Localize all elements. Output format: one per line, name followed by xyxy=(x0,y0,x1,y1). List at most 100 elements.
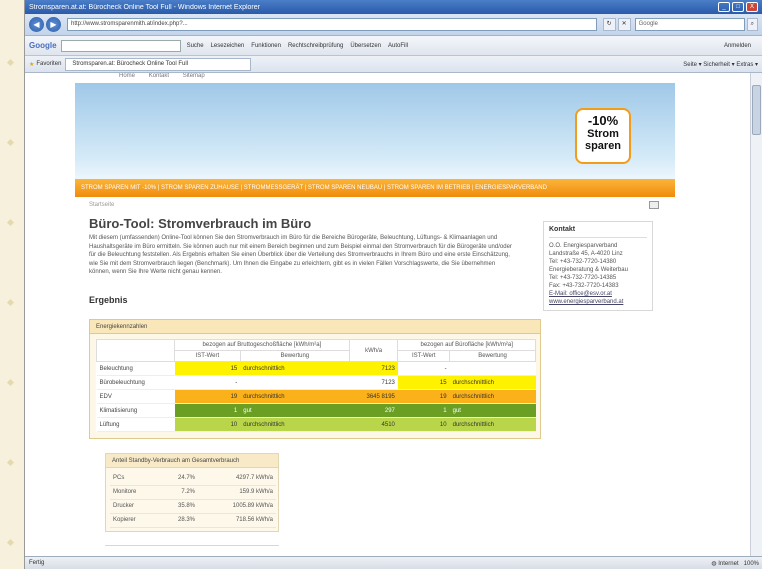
panel-divider xyxy=(105,545,279,551)
contact-heading: Kontakt xyxy=(549,226,647,238)
search-icon[interactable]: ⌕ xyxy=(746,18,758,31)
table-row: Bürobeleuchtung - 7123 15 durchschnittli… xyxy=(96,375,536,390)
table-row: Klimatisierung 1 gut 297 1 gut xyxy=(96,403,536,418)
sign-in-link[interactable]: Anmelden xyxy=(724,43,751,49)
vertical-scrollbar[interactable] xyxy=(750,73,762,556)
contact-line: Fax: +43-732-7720-14383 xyxy=(549,283,619,289)
contact-box: Kontakt O.Ö. Energiesparverband Landstra… xyxy=(543,221,653,311)
table-row: EDV 19 durchschnittlich 3645 8195 19 dur… xyxy=(96,389,536,404)
stromsparen-logo[interactable]: -10% Strom sparen xyxy=(575,108,631,164)
scrollbar-thumb[interactable] xyxy=(752,85,761,135)
nav-link-kontakt[interactable]: Kontakt xyxy=(149,73,169,79)
standby-kwh: 4297.7 kWh/a xyxy=(198,471,276,486)
minimize-button[interactable]: _ xyxy=(718,2,730,12)
top-nav: Home Kontakt Sitemap xyxy=(75,73,675,83)
google-toolbar-item[interactable]: Funktionen xyxy=(251,43,281,49)
standby-kwh: 1005.89 kWh/a xyxy=(198,499,276,514)
energiekennzahlen-heading: Energiekennzahlen xyxy=(90,320,540,334)
kwh-value: 7123 xyxy=(349,361,398,376)
column-header: Bewertung xyxy=(449,350,536,362)
contact-line: Tel: +43-732-7720-14385 xyxy=(549,275,617,281)
site-banner: -10% Strom sparen xyxy=(75,83,675,179)
column-header: IST-Wert xyxy=(397,350,451,362)
browser-tab[interactable]: Stromsparen.at: Bürocheck Online Tool Fu… xyxy=(65,57,252,71)
table-row: Monitore 7.2% 159.9 kWh/a xyxy=(110,485,276,500)
standby-kwh: 159.9 kWh/a xyxy=(198,485,276,500)
security-zone[interactable]: ◍ Internet 100% xyxy=(711,560,759,567)
nav-link-home[interactable]: Home xyxy=(119,73,135,79)
zoom-level[interactable]: 100% xyxy=(744,561,759,567)
row-label: EDV xyxy=(96,389,175,404)
logo-word: Strom xyxy=(587,128,619,140)
standby-percent: 24.7% xyxy=(159,471,199,486)
rating-cell xyxy=(449,361,536,376)
favorites-button[interactable]: Favoriten xyxy=(36,61,61,67)
refresh-icon[interactable]: ↻ xyxy=(602,18,616,31)
search-input[interactable]: Google xyxy=(634,18,745,31)
contact-line: Tel: +43-732-7720-14380 xyxy=(549,259,617,265)
command-bar[interactable]: Seite ▾ Sicherheit ▾ Extras ▾ xyxy=(683,61,758,68)
kwh-value: 3645 8195 xyxy=(349,389,398,404)
google-toolbar-item[interactable]: Lesezeichen xyxy=(211,43,245,49)
status-text: Fertig xyxy=(29,560,45,566)
column-header: kWh/a xyxy=(348,339,399,362)
ist-value: 15 xyxy=(174,361,241,376)
contact-line: O.Ö. Energiesparverband xyxy=(549,243,618,249)
column-group-header: bezogen auf Bürofläche [kWh/m²a] xyxy=(397,339,536,351)
logo-percent: -10% xyxy=(587,113,619,128)
main-nav[interactable]: STROM SPAREN MIT -10% | STROM SPAREN ZUH… xyxy=(75,179,675,197)
kwh-value: 297 xyxy=(349,403,398,418)
table-row: Kopierer 28.3% 718.56 kWh/a xyxy=(110,513,276,528)
zone-label: Internet xyxy=(718,560,739,567)
contact-line: Landstraße 45, A-4020 Linz xyxy=(549,251,623,257)
url-input[interactable]: http://www.stromsparenmith.at/index.php?… xyxy=(67,18,597,31)
ist-value: 10 xyxy=(397,417,450,432)
ist-value: 10 xyxy=(174,417,241,432)
standby-percent: 35.8% xyxy=(159,499,199,514)
standby-table: PCs 24.7% 4297.7 kWh/a Monitore 7.2% 159… xyxy=(110,471,276,528)
close-button[interactable]: X xyxy=(746,2,758,12)
google-toolbar-item[interactable]: AutoFill xyxy=(388,43,408,49)
screenshot-frame: Stromsparen.at.at: Bürocheck Online Tool… xyxy=(0,0,762,569)
rating-cell: durchschnittlich xyxy=(240,417,350,432)
device-label: Drucker xyxy=(110,499,160,514)
rating-cell: durchschnittlich xyxy=(449,375,536,390)
rating-cell: gut xyxy=(240,403,350,418)
rating-cell: durchschnittlich xyxy=(240,361,350,376)
energiekennzahlen-panel: Energiekennzahlen bezogen auf Bruttogesc… xyxy=(89,319,541,439)
standby-heading: Anteil Standby-Verbrauch am Gesamtverbra… xyxy=(106,454,278,468)
breadcrumb[interactable]: Startseite xyxy=(89,202,114,208)
maximize-button[interactable]: □ xyxy=(732,2,744,12)
back-icon[interactable]: ◀ xyxy=(29,17,44,32)
print-icon[interactable] xyxy=(649,201,659,209)
contact-website-link[interactable]: www.energiesparverband.at xyxy=(549,298,647,306)
result-heading: Ergebnis xyxy=(89,295,128,305)
intro-text: Mit diesem (umfassenden) Online-Tool kön… xyxy=(89,235,512,275)
standby-percent: 7.2% xyxy=(159,485,199,500)
ist-value: 1 xyxy=(397,403,450,418)
nav-link-sitemap[interactable]: Sitemap xyxy=(183,73,205,79)
table-row: Drucker 35.8% 1005.89 kWh/a xyxy=(110,499,276,514)
google-toolbar-item[interactable]: Suche xyxy=(187,43,204,49)
contact-email-link[interactable]: E-Mail: office@esv.or.at xyxy=(549,290,647,298)
star-icon[interactable]: ★ xyxy=(29,61,34,68)
kwh-value: 7123 xyxy=(349,375,398,390)
forward-icon[interactable]: ▶ xyxy=(46,17,61,32)
site-page: Home Kontakt Sitemap -10% Strom sparen S… xyxy=(75,73,675,556)
ist-value: - xyxy=(174,375,241,390)
device-label: PCs xyxy=(110,471,160,486)
google-logo: Google xyxy=(29,41,57,50)
column-header: Bewertung xyxy=(239,350,350,362)
stop-icon[interactable]: ✕ xyxy=(617,18,631,31)
google-toolbar-item[interactable]: Übersetzen xyxy=(350,43,381,49)
status-bar: Fertig ◍ Internet 100% xyxy=(25,556,762,569)
google-search-input[interactable] xyxy=(60,39,181,52)
table-row: PCs 24.7% 4297.7 kWh/a xyxy=(110,471,276,486)
table-row: Beleuchtung 15 durchschnittlich 7123 - xyxy=(96,361,536,376)
rating-cell: durchschnittlich xyxy=(449,417,536,432)
standby-panel: Anteil Standby-Verbrauch am Gesamtverbra… xyxy=(105,453,279,532)
desktop-background xyxy=(0,0,24,569)
standby-kwh: 718.56 kWh/a xyxy=(198,513,276,528)
rating-cell: durchschnittlich xyxy=(449,389,536,404)
google-toolbar-item[interactable]: Rechtschreibprüfung xyxy=(288,43,343,49)
